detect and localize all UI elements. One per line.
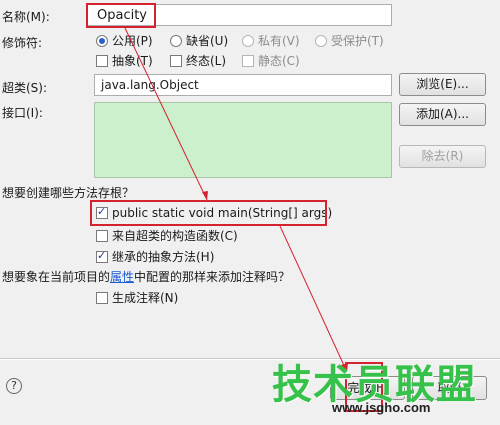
generate-comments-label: 生成注释(N)	[112, 291, 179, 305]
stub-constructor-label: 来自超类的构造函数(C)	[112, 229, 238, 243]
radio-private-indicator	[242, 34, 254, 47]
radio-private-label: 私有(V)	[258, 34, 300, 48]
radio-protected[interactable]: 受保护(T)	[315, 32, 384, 49]
stub-constructor-box	[96, 229, 108, 242]
radio-private[interactable]: 私有(V)	[242, 32, 300, 49]
radio-public-indicator	[96, 34, 108, 47]
check-abstract-box	[96, 54, 108, 67]
generate-comments[interactable]: 生成注释(N)	[96, 289, 178, 306]
check-static[interactable]: 静态(C)	[242, 52, 300, 69]
check-abstract-label: 抽象(T)	[112, 54, 153, 68]
modifier-label: 修饰符:	[2, 36, 43, 50]
remove-interface-button[interactable]: 除去(R)	[399, 145, 486, 168]
superclass-label: 超类(S):	[2, 81, 48, 95]
check-final-box	[170, 54, 182, 67]
help-icon[interactable]: ?	[6, 378, 22, 394]
stubs-question: 想要创建哪些方法存根？	[2, 186, 135, 200]
watermark-logo: 技术员联盟 www.jsgho.com	[270, 352, 500, 425]
comments-question-prefix: 想要象在当前项目的	[2, 270, 111, 284]
interfaces-list[interactable]	[94, 102, 392, 178]
check-abstract[interactable]: 抽象(T)	[96, 52, 153, 69]
watermark-url: www.jsgho.com	[332, 400, 431, 415]
stub-abstract-box	[96, 249, 108, 263]
help-symbol: ?	[11, 379, 17, 392]
properties-link[interactable]: 属性	[110, 270, 134, 284]
interfaces-label: 接口(I):	[2, 106, 43, 120]
arrow-stub-to-finish	[279, 225, 348, 373]
check-static-label: 静态(C)	[258, 54, 300, 68]
stub-abstract[interactable]: 继承的抽象方法(H)	[96, 248, 214, 265]
radio-default-indicator	[170, 34, 182, 47]
radio-default[interactable]: 缺省(U)	[170, 32, 228, 49]
generate-comments-box	[96, 291, 108, 304]
comments-question: 想要象在当前项目的属性中配置的那样来添加注释吗？	[2, 268, 290, 285]
browse-button[interactable]: 浏览(E)...	[399, 73, 486, 96]
name-highlight	[86, 3, 156, 28]
radio-default-label: 缺省(U)	[186, 34, 229, 48]
check-static-box	[242, 54, 254, 67]
radio-protected-indicator	[315, 34, 327, 47]
stub-abstract-label: 继承的抽象方法(H)	[112, 250, 215, 264]
radio-protected-label: 受保护(T)	[331, 34, 384, 48]
arrow-name-to-stub-head	[202, 191, 208, 200]
stub-constructor[interactable]: 来自超类的构造函数(C)	[96, 227, 238, 244]
radio-public[interactable]: 公用(P)	[96, 32, 153, 49]
superclass-field[interactable]: java.lang.Object	[94, 74, 392, 96]
check-final-label: 终态(L)	[186, 54, 227, 68]
radio-public-label: 公用(P)	[112, 34, 153, 48]
name-label: 名称(M):	[2, 10, 50, 24]
main-stub-highlight	[90, 200, 327, 226]
superclass-value: java.lang.Object	[101, 78, 199, 92]
comments-question-suffix: 中配置的那样来添加注释吗？	[134, 270, 291, 284]
check-final[interactable]: 终态(L)	[170, 52, 226, 69]
add-interface-button[interactable]: 添加(A)...	[399, 103, 486, 126]
